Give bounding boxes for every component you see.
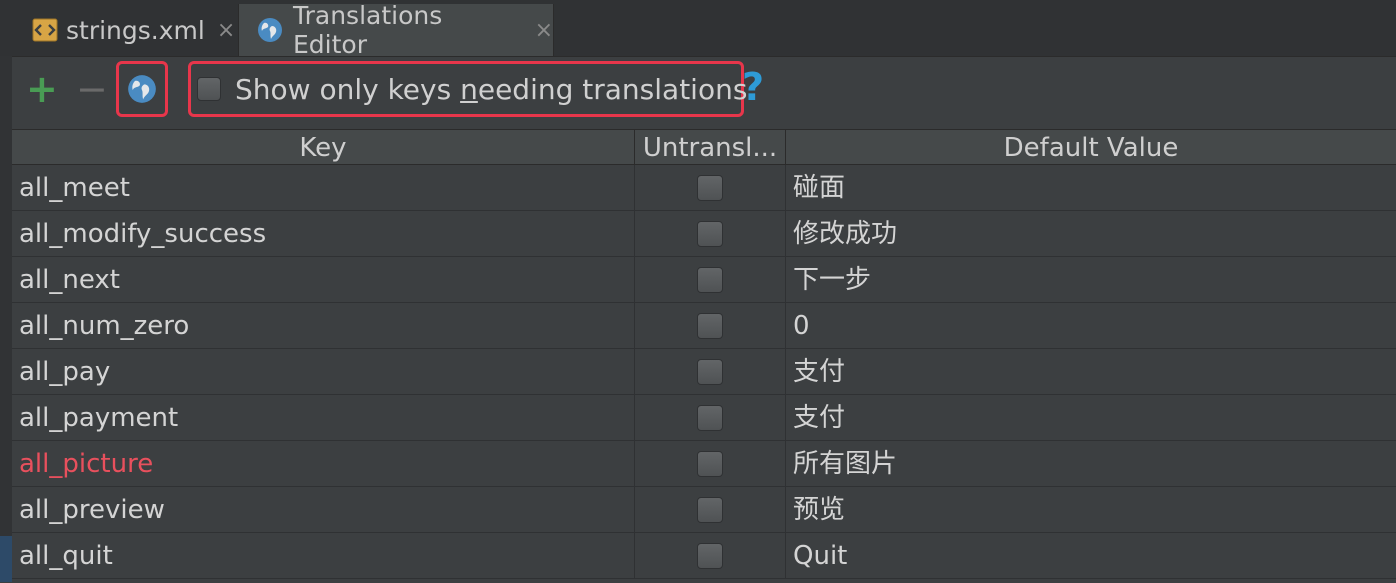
key-cell[interactable]: all_modify_success	[12, 211, 635, 256]
close-icon[interactable]: ×	[217, 18, 235, 43]
key-cell[interactable]: all_preview	[12, 487, 635, 532]
column-header-key[interactable]: Key	[12, 130, 635, 164]
untranslatable-cell	[635, 441, 786, 486]
table-row[interactable]: all_modify_success 修改成功	[12, 211, 1396, 257]
default-value-cell[interactable]: 碰面	[786, 165, 1396, 210]
key-cell[interactable]: all_payment	[12, 395, 635, 440]
table-row[interactable]: all_preview 预览	[12, 487, 1396, 533]
untranslatable-cell	[635, 487, 786, 532]
tab-strings-xml[interactable]: strings.xml ×	[14, 4, 236, 56]
default-value-cell[interactable]: 支付	[786, 395, 1396, 440]
table-header: Key Untransl... Default Value	[12, 130, 1396, 165]
translations-toolbar: + − Show only keys needing translations …	[12, 57, 1396, 127]
key-cell[interactable]: all_num_zero	[12, 303, 635, 348]
key-cell[interactable]: all_next	[12, 257, 635, 302]
tab-label: strings.xml	[66, 15, 205, 45]
filter-needing-translations[interactable]: Show only keys needing translations	[188, 61, 748, 117]
untranslatable-checkbox[interactable]	[697, 543, 723, 569]
close-icon[interactable]: ×	[535, 18, 553, 43]
table-row[interactable]: all_pay 支付	[12, 349, 1396, 395]
untranslatable-checkbox[interactable]	[697, 497, 723, 523]
default-value-cell[interactable]: 预览	[786, 487, 1396, 532]
add-locale-button[interactable]	[116, 61, 168, 117]
translations-table: Key Untransl... Default Value all_meet 碰面…	[12, 129, 1396, 583]
untranslatable-cell	[635, 211, 786, 256]
key-cell[interactable]: all_quit	[12, 533, 635, 578]
untranslatable-cell	[635, 533, 786, 578]
remove-key-button[interactable]: −	[76, 70, 108, 108]
default-value-cell[interactable]: 所有图片	[786, 441, 1396, 486]
help-icon[interactable]: ?	[742, 65, 764, 109]
untranslatable-cell	[635, 257, 786, 302]
default-value-cell[interactable]: 支付	[786, 349, 1396, 394]
untranslatable-cell	[635, 395, 786, 440]
table-row[interactable]: all_meet 碰面	[12, 165, 1396, 211]
column-header-default-value[interactable]: Default Value	[786, 130, 1396, 164]
untranslatable-checkbox[interactable]	[697, 221, 723, 247]
default-value-cell[interactable]: Quit	[786, 533, 1396, 578]
table-row[interactable]: all_picture 所有图片	[12, 441, 1396, 487]
untranslatable-checkbox[interactable]	[697, 451, 723, 477]
default-value-cell[interactable]: 修改成功	[786, 211, 1396, 256]
default-value-cell[interactable]: 下一步	[786, 257, 1396, 302]
table-row[interactable]: all_quit Quit	[12, 533, 1396, 579]
untranslatable-checkbox[interactable]	[697, 175, 723, 201]
table-row[interactable]: all_num_zero 0	[12, 303, 1396, 349]
globe-icon	[257, 17, 283, 43]
untranslatable-checkbox[interactable]	[697, 313, 723, 339]
tab-translations-editor[interactable]: Translations Editor ×	[238, 1, 554, 59]
untranslatable-cell	[635, 165, 786, 210]
key-cell[interactable]: all_meet	[12, 165, 635, 210]
untranslatable-cell	[635, 349, 786, 394]
tab-label: Translations Editor	[293, 1, 443, 59]
add-key-button[interactable]: +	[26, 70, 58, 108]
untranslatable-checkbox[interactable]	[697, 359, 723, 385]
left-gutter	[0, 56, 12, 582]
key-cell[interactable]: all_picture	[12, 441, 635, 486]
gutter-selection-marker	[0, 536, 12, 582]
filter-label: Show only keys needing translations	[235, 72, 748, 106]
xml-file-icon	[32, 18, 58, 42]
editor-tab-bar: strings.xml × Translations Editor ×	[0, 0, 1396, 59]
table-row[interactable]: all_next 下一步	[12, 257, 1396, 303]
untranslatable-checkbox[interactable]	[697, 267, 723, 293]
column-header-untranslatable[interactable]: Untransl...	[635, 130, 786, 164]
default-value-cell[interactable]: 0	[786, 303, 1396, 348]
untranslatable-checkbox[interactable]	[697, 405, 723, 431]
table-row[interactable]: all_payment 支付	[12, 395, 1396, 441]
untranslatable-cell	[635, 303, 786, 348]
key-cell[interactable]: all_pay	[12, 349, 635, 394]
globe-icon	[128, 75, 156, 103]
filter-checkbox[interactable]	[197, 77, 221, 101]
